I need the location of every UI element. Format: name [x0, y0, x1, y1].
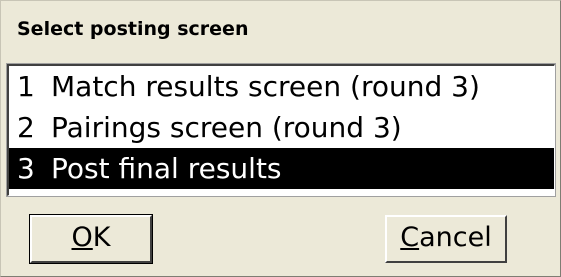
list-item-label: Match results screen (round 3)	[51, 70, 480, 103]
dialog-title: Select posting screen	[17, 18, 249, 40]
cancel-button[interactable]: Cancel	[385, 215, 507, 263]
ok-button[interactable]: OK	[29, 214, 153, 264]
posting-screen-listbox[interactable]: 1 Match results screen (round 3) 2 Pairing…	[7, 64, 555, 196]
ok-button-accelerator: O	[71, 222, 93, 253]
list-item-number: 1	[17, 70, 35, 103]
list-item-number: 2	[17, 111, 35, 144]
cancel-button-accelerator: C	[400, 222, 420, 253]
list-item-match-results[interactable]: 1 Match results screen (round 3)	[9, 66, 554, 107]
select-posting-dialog: Select posting screen 1 Match results scr…	[0, 0, 561, 277]
list-item-number: 3	[17, 152, 35, 185]
ok-button-label: K	[92, 222, 111, 253]
list-item-pairings[interactable]: 2 Pairings screen (round 3)	[9, 107, 554, 148]
list-item-post-final-results[interactable]: 3 Post final results	[9, 148, 554, 189]
cancel-button-label: ancel	[419, 222, 492, 253]
list-item-label: Pairings screen (round 3)	[51, 111, 402, 144]
list-item-label: Post final results	[51, 152, 282, 185]
